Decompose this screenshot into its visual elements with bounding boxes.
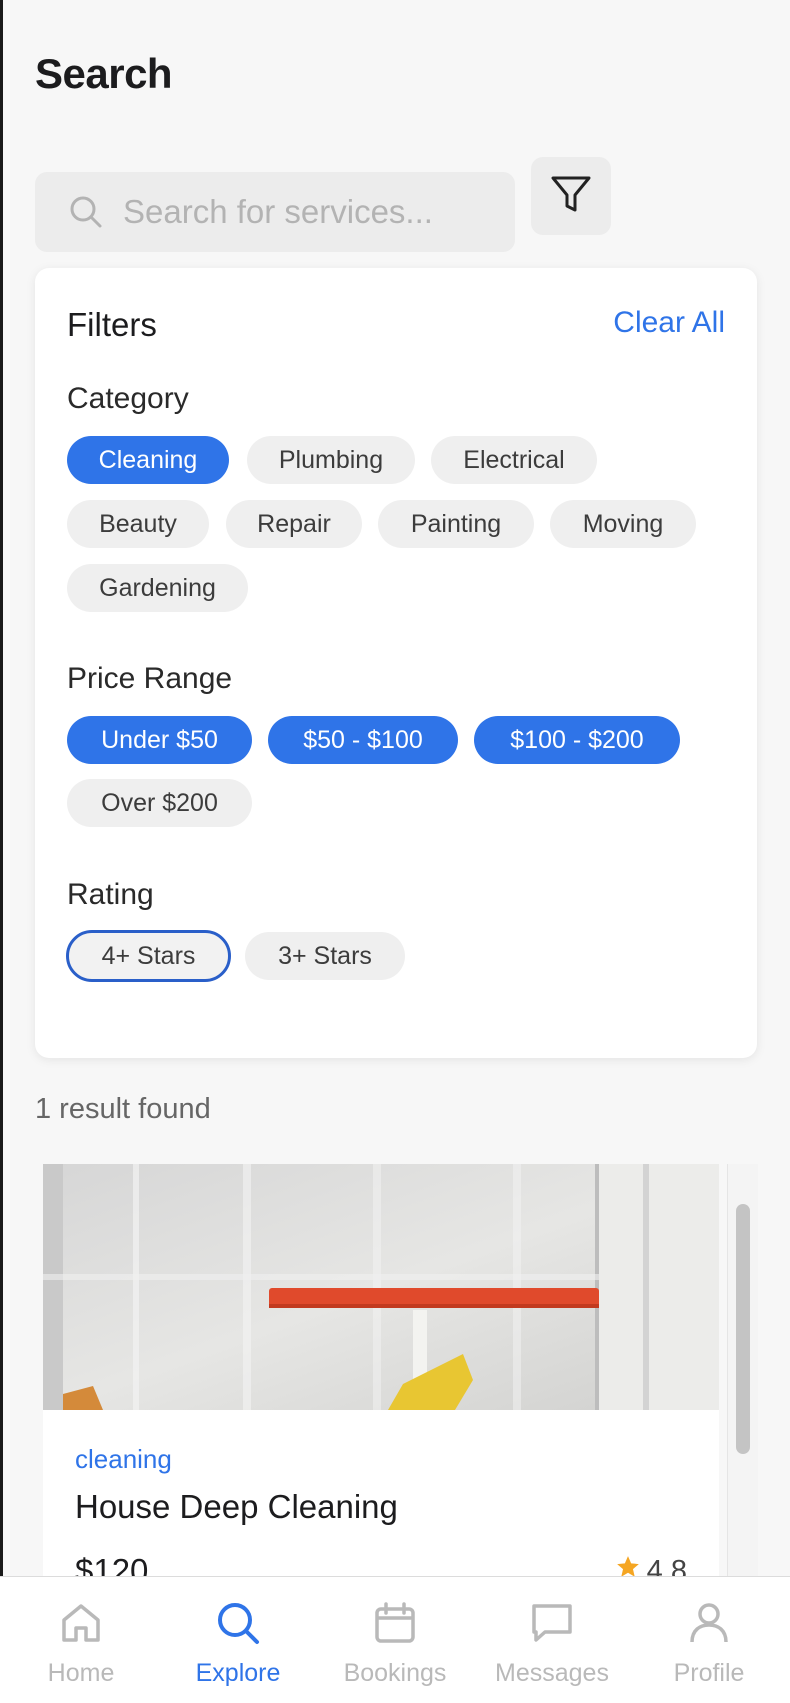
nav-bookings-label: Bookings: [343, 1659, 447, 1687]
nav-profile-label: Profile: [673, 1659, 745, 1687]
filters-panel: Filters Clear All Category Cleaning Plum…: [35, 268, 757, 1058]
nav-home[interactable]: Home: [16, 1577, 146, 1703]
category-label: Category: [67, 382, 189, 415]
scrollbar[interactable]: [727, 1164, 758, 1584]
category-chip-repair[interactable]: Repair: [226, 500, 362, 548]
message-icon: [487, 1600, 617, 1646]
bottom-nav: Home Explore Bookings Messages Profile: [0, 1576, 790, 1703]
calendar-icon: [330, 1600, 460, 1646]
nav-home-label: Home: [47, 1659, 115, 1687]
filter-toggle-button[interactable]: [531, 157, 611, 235]
price-range-label: Price Range: [67, 662, 233, 695]
filters-title: Filters: [67, 306, 157, 343]
category-chip-cleaning[interactable]: Cleaning: [67, 436, 229, 484]
service-title: House Deep Cleaning: [75, 1488, 398, 1525]
filter-icon: [549, 172, 593, 221]
service-category: cleaning: [75, 1444, 172, 1474]
category-chip-beauty[interactable]: Beauty: [67, 500, 209, 548]
rating-label: Rating: [67, 878, 154, 911]
price-chip-100-200[interactable]: $100 - $200: [474, 716, 680, 764]
price-chip-50-100[interactable]: $50 - $100: [268, 716, 458, 764]
nav-explore[interactable]: Explore: [173, 1577, 303, 1703]
clear-all-button[interactable]: Clear All: [613, 306, 725, 340]
search-icon: [173, 1600, 303, 1646]
rating-chip-4-stars[interactable]: 4+ Stars: [66, 930, 231, 982]
search-icon: [69, 195, 103, 229]
page-title: Search: [35, 50, 173, 97]
nav-explore-label: Explore: [195, 1659, 281, 1687]
results-count: 1 result found: [35, 1093, 211, 1125]
scrollbar-thumb[interactable]: [736, 1204, 750, 1454]
home-icon: [16, 1600, 146, 1646]
nav-messages-label: Messages: [495, 1659, 609, 1687]
search-input[interactable]: [121, 192, 485, 232]
search-bar[interactable]: [35, 172, 515, 252]
nav-bookings[interactable]: Bookings: [330, 1577, 460, 1703]
category-chip-painting[interactable]: Painting: [378, 500, 534, 548]
price-chip-under-50[interactable]: Under $50: [67, 716, 252, 764]
service-image: [43, 1164, 719, 1410]
rating-chip-3-stars[interactable]: 3+ Stars: [245, 932, 405, 980]
price-chip-over-200[interactable]: Over $200: [67, 779, 252, 827]
service-card[interactable]: cleaning House Deep Cleaning $120 4.8: [43, 1164, 719, 1584]
nav-profile[interactable]: Profile: [644, 1577, 774, 1703]
category-chip-plumbing[interactable]: Plumbing: [247, 436, 415, 484]
category-chip-electrical[interactable]: Electrical: [431, 436, 597, 484]
category-chip-moving[interactable]: Moving: [550, 500, 696, 548]
category-chip-gardening[interactable]: Gardening: [67, 564, 248, 612]
window-edge: [0, 0, 3, 1702]
user-icon: [644, 1600, 774, 1646]
nav-messages[interactable]: Messages: [487, 1577, 617, 1703]
